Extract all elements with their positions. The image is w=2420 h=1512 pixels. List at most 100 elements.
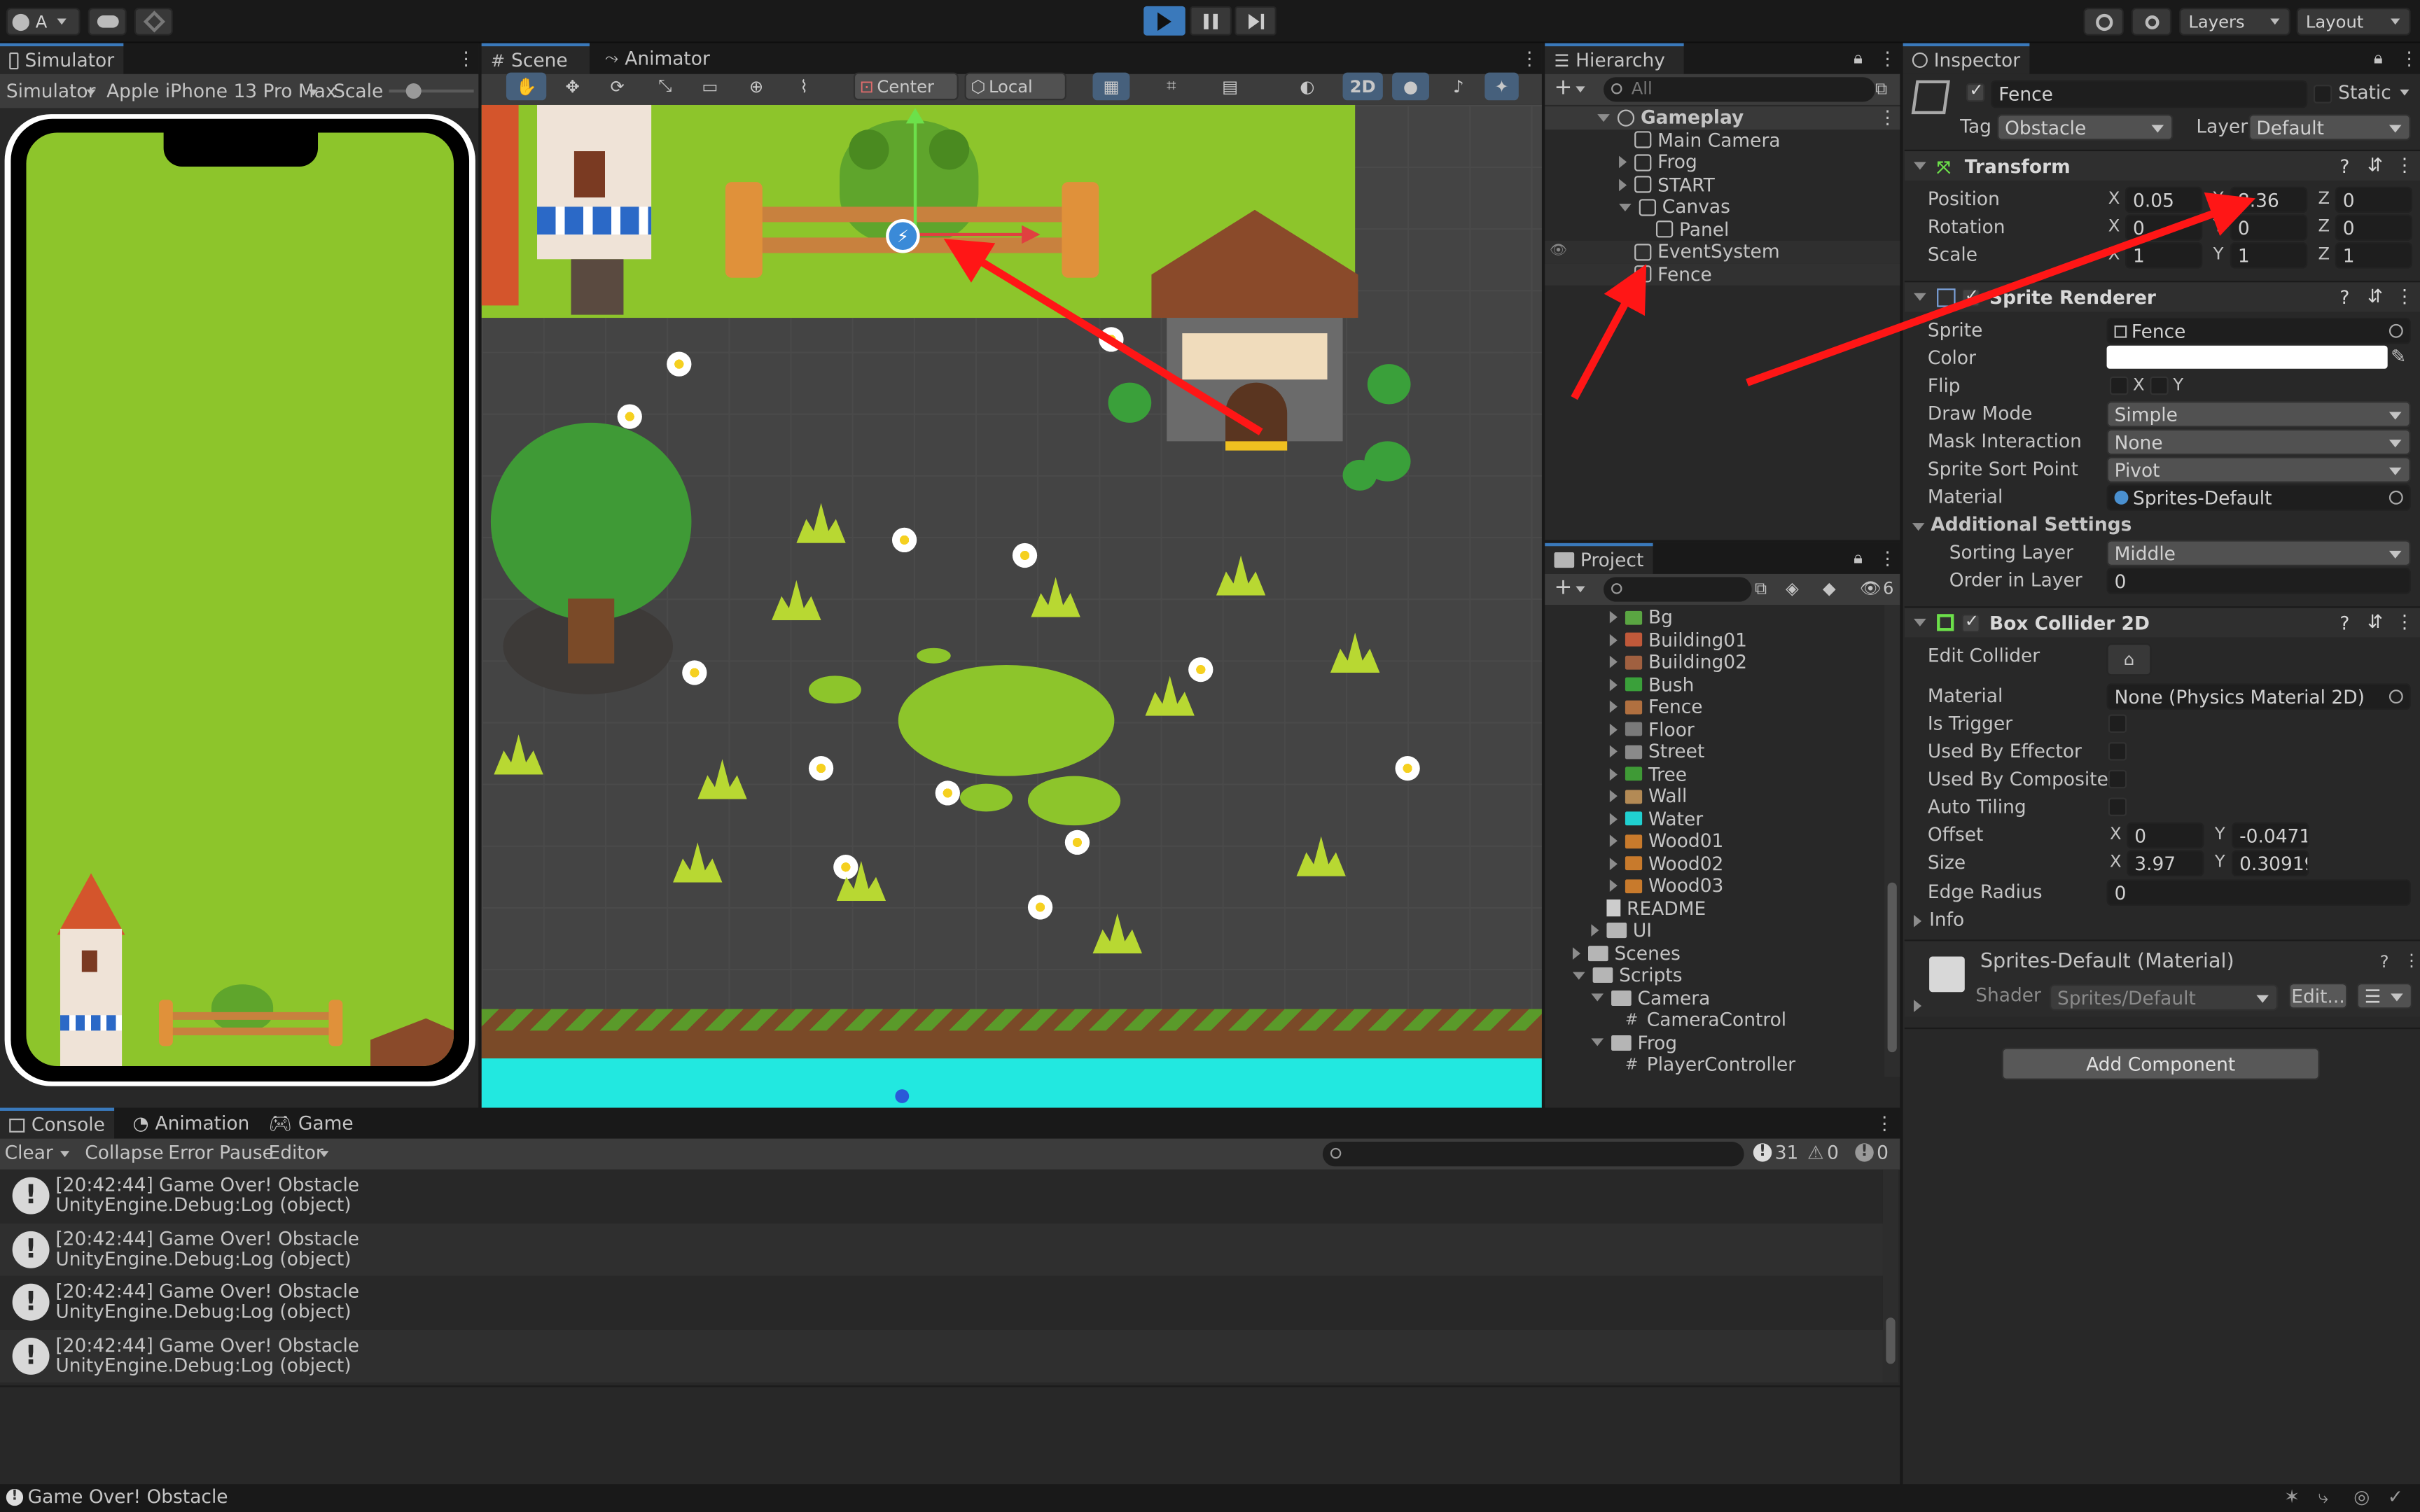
search-button[interactable]: [2131, 8, 2172, 36]
size-x-input[interactable]: 3.97: [2127, 850, 2204, 876]
grid-snap-button[interactable]: ▦: [1092, 72, 1130, 101]
box-collider-header[interactable]: ✓ Box Collider 2D ? ⇵ ⋮: [1904, 606, 2420, 638]
editor-dropdown[interactable]: Editor: [269, 1142, 324, 1163]
tag-dropdown[interactable]: Obstacle: [1997, 114, 2174, 141]
tab-animation[interactable]: ◔ Animation: [123, 1108, 250, 1139]
project-item[interactable]: Wood01: [1545, 830, 1884, 853]
component-menu-icon[interactable]: ⋮: [2395, 611, 2414, 633]
help-icon[interactable]: ?: [2339, 287, 2349, 309]
scale-z-input[interactable]: 1: [2335, 242, 2412, 269]
size-y-input[interactable]: 0.30919: [2232, 850, 2309, 876]
debug-icon[interactable]: ✶: [2284, 1486, 2300, 1508]
console-scrollbar[interactable]: [1882, 1169, 1899, 1382]
expand-down-icon[interactable]: [1597, 113, 1610, 122]
layer-dropdown[interactable]: Default: [2248, 114, 2411, 141]
custom-tool-button[interactable]: ⌇: [787, 73, 821, 101]
console-log-entry[interactable]: ! [20:42:44] Game Over! Obstacle UnityEngi…: [0, 1275, 1883, 1329]
used-by-composite-checkbox[interactable]: [2108, 769, 2127, 789]
expand-right-icon[interactable]: [1609, 834, 1618, 848]
device-dropdown[interactable]: Apple iPhone 13 Pro Max: [106, 80, 337, 102]
console-scrollbar-thumb[interactable]: [1886, 1317, 1896, 1364]
object-picker-icon[interactable]: [2388, 323, 2403, 338]
project-item[interactable]: Wall: [1545, 785, 1884, 808]
object-name-input[interactable]: Fence: [1991, 80, 2308, 108]
expand-right-icon[interactable]: [1609, 656, 1618, 668]
tab-inspector[interactable]: Inspector: [1903, 43, 2030, 74]
layers-dropdown[interactable]: Layers: [2179, 8, 2290, 36]
kebab-menu-icon[interactable]: ⋮: [1878, 547, 1896, 569]
shader-options-dropdown[interactable]: ☰: [2356, 982, 2412, 1009]
foldout-arrow-icon[interactable]: [1914, 618, 1926, 626]
project-item[interactable]: Building02: [1545, 651, 1884, 673]
enabled-checkbox[interactable]: ✓: [1961, 285, 1980, 307]
component-menu-icon[interactable]: ⋮: [2395, 154, 2414, 176]
project-item[interactable]: # CameraControl: [1545, 1009, 1884, 1031]
project-item[interactable]: Camera: [1545, 987, 1884, 1009]
info-foldout[interactable]: Info: [1929, 909, 1964, 930]
component-menu-icon[interactable]: ⋮: [2395, 286, 2414, 307]
foldout-arrow-icon[interactable]: [1914, 162, 1926, 170]
expand-right-icon[interactable]: [1609, 611, 1618, 624]
project-item[interactable]: Floor: [1545, 718, 1884, 741]
visibility-icon[interactable]: 👁︎: [1550, 244, 1567, 260]
project-scrollbar[interactable]: [1884, 604, 1900, 1077]
cloud-button[interactable]: [88, 8, 127, 36]
chevron-down-icon[interactable]: [2400, 89, 2409, 96]
pivot-dropdown[interactable]: ⊡ Center: [853, 72, 959, 101]
pause-button[interactable]: [1190, 6, 1232, 36]
foldout-arrow-icon[interactable]: [1914, 293, 1926, 301]
enabled-checkbox[interactable]: ✓: [1961, 610, 1980, 632]
scale-y-input[interactable]: 1: [2230, 242, 2308, 269]
expand-right-icon[interactable]: [1609, 723, 1618, 736]
tab-animator[interactable]: ⤳ Animator: [596, 43, 735, 74]
position-z-input[interactable]: 0: [2335, 186, 2412, 214]
scene-visibility-icon[interactable]: ⧉: [1875, 78, 1887, 100]
expand-right-icon[interactable]: [1609, 678, 1618, 691]
color-swatch[interactable]: [2106, 345, 2388, 369]
project-item[interactable]: UI: [1545, 920, 1884, 942]
status-message[interactable]: Game Over! Obstacle: [28, 1486, 228, 1508]
tab-scene[interactable]: # Scene: [481, 43, 590, 74]
help-icon[interactable]: ?: [2339, 156, 2349, 178]
project-item[interactable]: Bush: [1545, 673, 1884, 696]
search-by-type-icon[interactable]: ⧉: [1755, 579, 1767, 601]
increment-snap-button[interactable]: ⌗: [1155, 73, 1188, 101]
rotate-tool-button[interactable]: ⟳: [600, 73, 634, 101]
flip-y-checkbox[interactable]: [2150, 376, 2169, 396]
auto-generate-lighting-icon[interactable]: ◎: [2353, 1486, 2370, 1508]
hierarchy-item[interactable]: Panel: [1545, 218, 1900, 241]
scale-slider[interactable]: [389, 83, 474, 99]
sprite-renderer-header[interactable]: ✓ Sprite Renderer ? ⇵ ⋮: [1904, 281, 2420, 312]
transform-header[interactable]: ⤧ Transform ? ⇵ ⋮: [1904, 149, 2420, 181]
hierarchy-item[interactable]: Frog: [1545, 151, 1900, 174]
material-field[interactable]: Sprites-Default: [2106, 484, 2411, 511]
object-picker-icon[interactable]: [2388, 690, 2403, 704]
error-pause-toggle[interactable]: Error Pause: [168, 1142, 274, 1163]
auto-tiling-checkbox[interactable]: [2108, 797, 2127, 816]
rotation-y-input[interactable]: 0: [2230, 214, 2308, 241]
presets-icon[interactable]: ⇵: [2367, 611, 2383, 633]
hierarchy-item[interactable]: Gameplay ⋮: [1545, 106, 1900, 130]
add-component-button[interactable]: Add Component: [2001, 1047, 2320, 1080]
y-axis-gizmo[interactable]: [913, 117, 917, 238]
expand-down-icon[interactable]: [1591, 993, 1604, 1002]
component-menu-icon[interactable]: ⋮: [2403, 951, 2420, 971]
grid-visibility-button[interactable]: ▤: [1213, 73, 1246, 101]
2d-toggle-button[interactable]: 2D: [1342, 72, 1383, 101]
x-axis-gizmo[interactable]: [917, 232, 1025, 237]
tag-icon[interactable]: ◆: [1823, 579, 1836, 599]
project-item[interactable]: Scripts: [1545, 965, 1884, 987]
expand-right-icon[interactable]: [1609, 701, 1618, 713]
static-checkbox[interactable]: [2313, 85, 2332, 104]
console-log-entry[interactable]: ! [20:42:44] Game Over! Obstacle UnityEngi…: [0, 1222, 1883, 1275]
position-x-input[interactable]: 0.05: [2125, 186, 2203, 214]
lighting-toggle-button[interactable]: ●: [1392, 72, 1429, 101]
project-item[interactable]: Scenes: [1545, 942, 1884, 965]
pivot-handle-icon[interactable]: ⚡: [886, 218, 920, 253]
move-tool-button[interactable]: ✥: [555, 73, 589, 101]
audio-toggle-button[interactable]: ♪: [1442, 73, 1475, 101]
mask-interaction-dropdown[interactable]: None: [2106, 428, 2411, 456]
presets-icon[interactable]: ⇵: [2367, 286, 2383, 307]
edge-radius-input[interactable]: 0: [2106, 879, 2411, 906]
project-scrollbar-thumb[interactable]: [1887, 882, 1897, 1053]
